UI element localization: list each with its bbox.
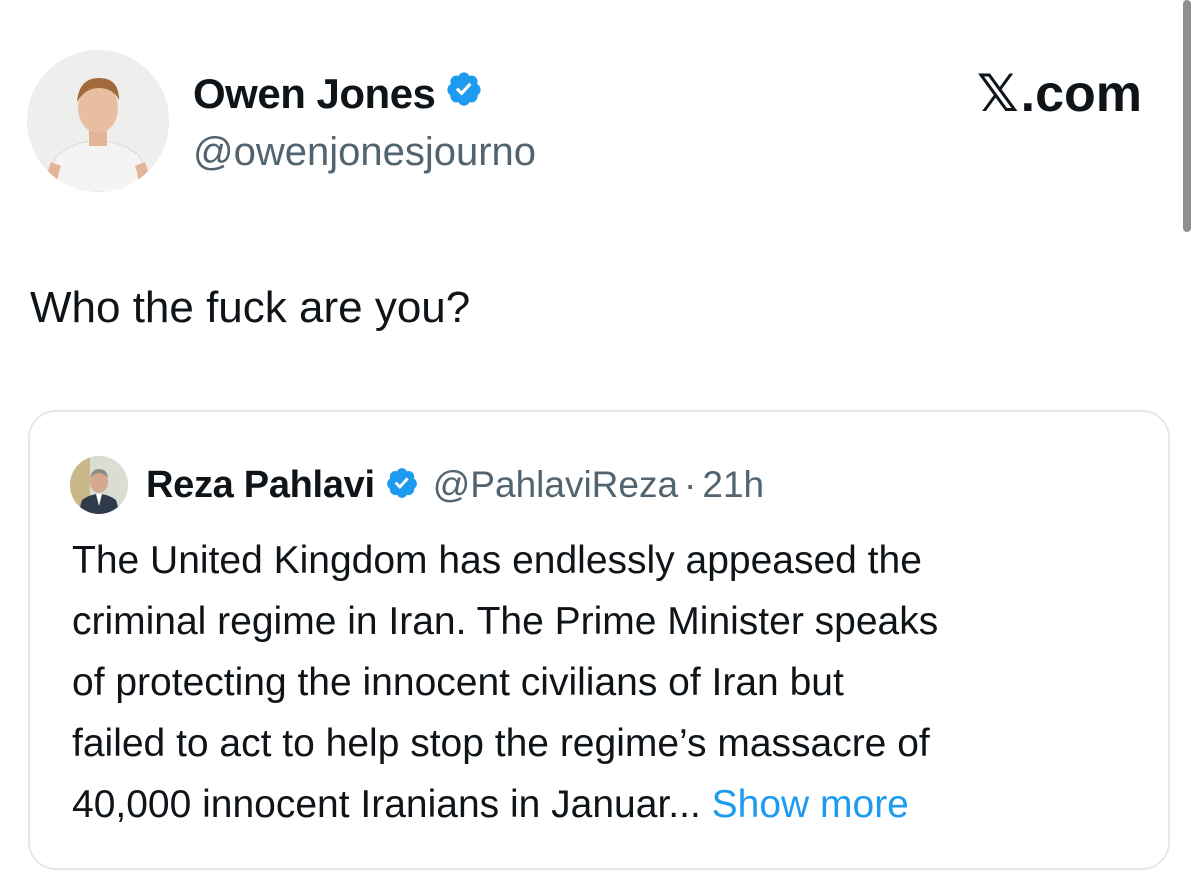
scrollbar[interactable] (1183, 0, 1191, 232)
author-name[interactable]: Owen Jones (193, 70, 483, 118)
separator-dot: · (684, 464, 697, 505)
quoted-author-handle[interactable]: @PahlaviReza (433, 464, 678, 506)
x-logo-symbol: 𝕏 (976, 64, 1019, 124)
show-more-link[interactable]: Show more (712, 783, 909, 826)
quoted-author-avatar[interactable] (70, 456, 128, 514)
verified-badge-icon (445, 70, 483, 118)
quoted-tweet-text: The United Kingdom has endlessly appease… (72, 530, 1152, 835)
quoted-tweet-header: Reza Pahlavi @PahlaviReza · 21h (70, 456, 764, 514)
quoted-text-last-line: 40,000 innocent Iranians in Januar... Sh… (72, 774, 1152, 835)
quoted-text-truncated: 40,000 innocent Iranians in Januar... (72, 783, 701, 826)
quoted-tweet-time[interactable]: 21h (702, 464, 764, 506)
brand-text: .com (1020, 65, 1142, 123)
author-name-text: Owen Jones (193, 70, 436, 117)
quoted-author-avatar-image (70, 456, 128, 514)
quoted-text-line: of protecting the innocent civilians of … (72, 661, 844, 704)
author-avatar[interactable] (27, 50, 169, 192)
quoted-text-line: criminal regime in Iran. The Prime Minis… (72, 600, 939, 643)
author-avatar-image (27, 50, 169, 192)
verified-badge-icon (385, 466, 419, 505)
x-logo-icon: 𝕏 .com (977, 66, 1142, 122)
quoted-text-line: The United Kingdom has endlessly appease… (72, 539, 922, 582)
quoted-tweet-card[interactable]: Reza Pahlavi @PahlaviReza · 21h The Unit… (28, 410, 1170, 870)
author-handle[interactable]: @owenjonesjourno (193, 128, 536, 176)
tweet-text: Who the fuck are you? (30, 283, 471, 332)
quoted-author-name[interactable]: Reza Pahlavi (146, 464, 375, 507)
quoted-text-line: failed to act to help stop the regime’s … (72, 722, 930, 765)
